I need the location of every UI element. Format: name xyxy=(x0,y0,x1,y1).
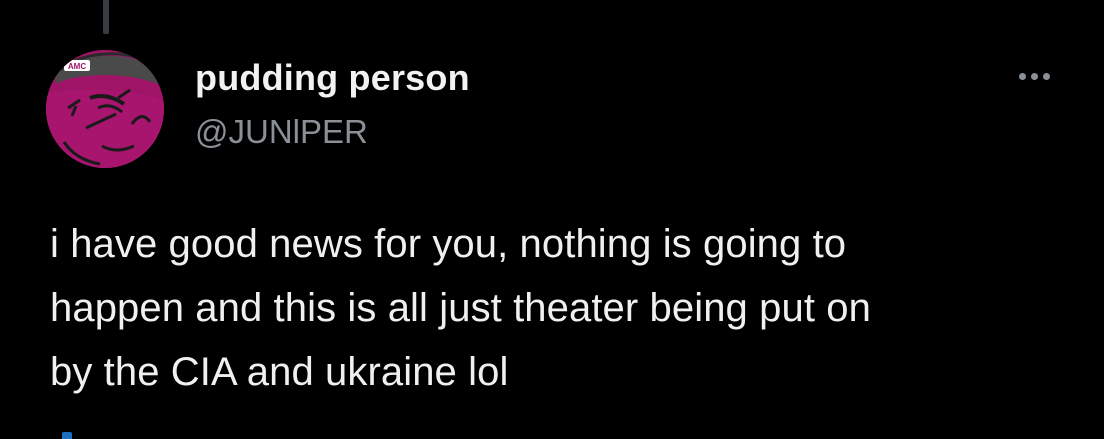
user-handle[interactable]: @JUNlPER xyxy=(195,110,368,154)
more-options-icon xyxy=(1042,72,1050,80)
avatar-image: AMC xyxy=(46,50,164,168)
thread-connector-line xyxy=(103,0,109,34)
tweet-text: i have good news for you, nothing is goi… xyxy=(50,222,871,394)
more-options-icon xyxy=(1030,72,1038,80)
cutoff-link-edge xyxy=(62,432,72,439)
more-options-icon xyxy=(1018,72,1026,80)
svg-text:AMC: AMC xyxy=(68,62,86,71)
display-name[interactable]: pudding person xyxy=(195,56,470,100)
user-avatar[interactable]: AMC xyxy=(46,50,164,168)
more-options-button[interactable] xyxy=(1008,58,1060,94)
